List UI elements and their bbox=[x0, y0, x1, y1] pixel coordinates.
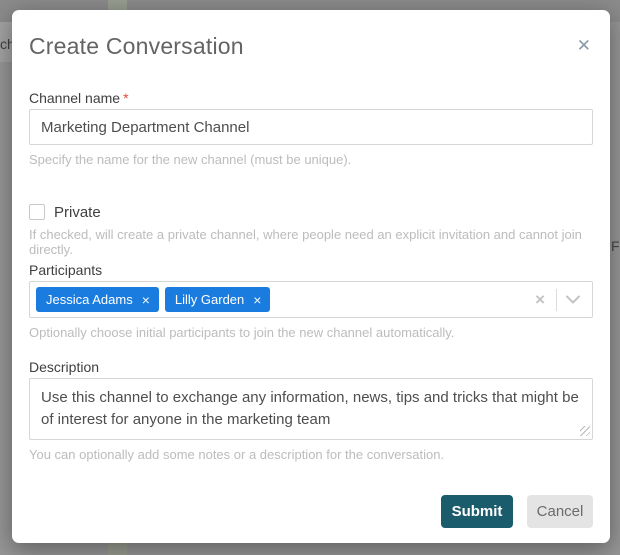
description-help: You can optionally add some notes or a d… bbox=[29, 447, 593, 464]
tag-remove-icon[interactable]: × bbox=[142, 292, 150, 308]
channel-name-group: Channel name* Specify the name for the n… bbox=[29, 90, 593, 169]
participant-tag: Lilly Garden × bbox=[165, 287, 271, 312]
cancel-button[interactable]: Cancel bbox=[527, 495, 593, 528]
description-group: Description Use this channel to exchange… bbox=[29, 359, 593, 464]
participant-tag-label: Jessica Adams bbox=[46, 292, 133, 307]
channel-name-label-text: Channel name bbox=[29, 90, 120, 106]
channel-name-help: Specify the name for the new channel (mu… bbox=[29, 152, 593, 169]
participants-multiselect[interactable]: Jessica Adams × Lilly Garden × × bbox=[29, 281, 593, 318]
private-label: Private bbox=[54, 204, 101, 221]
multiselect-divider bbox=[556, 289, 557, 311]
channel-name-label: Channel name* bbox=[29, 90, 593, 109]
dialog-title: Create Conversation bbox=[29, 33, 244, 60]
create-conversation-dialog: Create Conversation ✕ Channel name* Spec… bbox=[12, 10, 610, 543]
private-checkbox[interactable] bbox=[29, 204, 45, 220]
private-help: If checked, will create a private channe… bbox=[29, 227, 593, 244]
clear-selection-icon[interactable]: × bbox=[531, 290, 549, 310]
channel-name-input[interactable] bbox=[29, 109, 593, 145]
participants-label: Participants bbox=[29, 262, 593, 281]
dialog-header: Create Conversation ✕ bbox=[29, 33, 593, 60]
close-icon[interactable]: ✕ bbox=[575, 35, 593, 57]
description-textarea-wrap: Use this channel to exchange any informa… bbox=[29, 378, 593, 440]
participants-group: Participants Jessica Adams × Lilly Garde… bbox=[29, 262, 593, 342]
participant-tag-label: Lilly Garden bbox=[175, 292, 244, 307]
dialog-footer: Submit Cancel bbox=[29, 495, 593, 528]
background-text-fragment-right: F bbox=[611, 238, 620, 254]
description-label: Description bbox=[29, 359, 593, 378]
private-checkbox-row[interactable]: Private bbox=[29, 203, 593, 221]
participants-help: Optionally choose initial participants t… bbox=[29, 325, 593, 342]
tag-remove-icon[interactable]: × bbox=[253, 292, 261, 308]
required-asterisk: * bbox=[123, 90, 128, 106]
description-textarea[interactable]: Use this channel to exchange any informa… bbox=[29, 378, 593, 440]
submit-button[interactable]: Submit bbox=[441, 495, 513, 528]
participant-tag: Jessica Adams × bbox=[36, 287, 159, 312]
chevron-down-icon[interactable] bbox=[566, 295, 580, 304]
private-group: Private If checked, will create a privat… bbox=[29, 203, 593, 244]
